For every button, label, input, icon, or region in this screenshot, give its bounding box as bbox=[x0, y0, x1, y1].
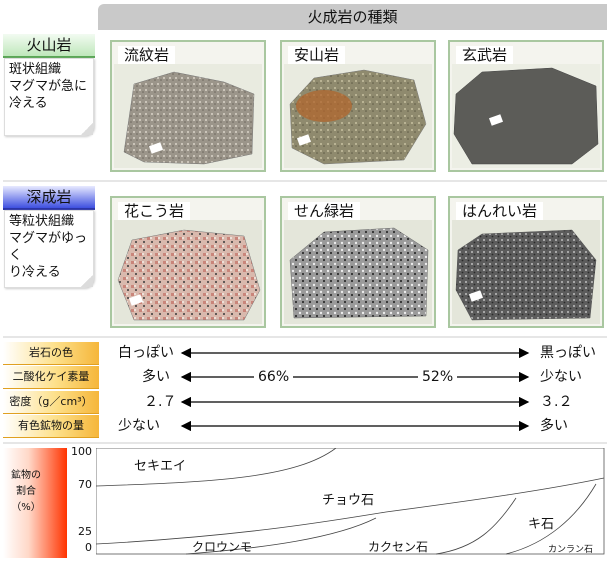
boundary-amphibole bbox=[435, 497, 517, 555]
rock-photo-diorite bbox=[284, 220, 432, 324]
desc-line: マグマがゆっく bbox=[9, 231, 88, 263]
ylabel-line: （%） bbox=[11, 502, 41, 513]
divider bbox=[3, 336, 607, 338]
texture-label: 等粒状組織 bbox=[9, 214, 75, 229]
note-volcanic: 斑状組織 マグマが急に 冷える bbox=[4, 58, 94, 136]
y-tick: 25 bbox=[78, 525, 92, 538]
y-tick: 70 bbox=[78, 478, 92, 491]
property-left: 少ない bbox=[118, 418, 160, 434]
rock-card-diorite: せん緑岩 bbox=[280, 196, 436, 328]
chart-side-label: 鉱物の 割合 （%） bbox=[3, 448, 67, 558]
rock-photo-rhyolite bbox=[114, 64, 262, 168]
rock-name: せん緑岩 bbox=[288, 202, 361, 220]
rock-photo-andesite bbox=[284, 64, 432, 168]
texture-label: 斑状組織 bbox=[9, 62, 62, 77]
property-label: 二酸化ケイ素量 bbox=[3, 366, 99, 389]
mineral-pyroxene: キ石 bbox=[528, 517, 555, 532]
mineral-amphibole: カクセン石 bbox=[368, 540, 429, 554]
property-mid: 52% bbox=[418, 366, 458, 388]
page-fold-icon bbox=[81, 123, 93, 135]
y-tick: 0 bbox=[85, 541, 92, 554]
rock-card-gabbro: はんれい岩 bbox=[448, 196, 604, 328]
divider bbox=[3, 180, 607, 182]
rock-photo-granite bbox=[114, 220, 262, 324]
desc-line: マグマが急に bbox=[9, 79, 88, 94]
boundary-quartz bbox=[96, 448, 337, 487]
mineral-feldspar: チョウ石 bbox=[322, 493, 375, 508]
page-title: 火成岩の種類 bbox=[98, 4, 607, 30]
rock-name: はんれい岩 bbox=[456, 202, 544, 220]
desc-line: 冷える bbox=[9, 96, 48, 111]
property-left: 白っぽい bbox=[118, 345, 174, 361]
rock-photo-basalt bbox=[452, 64, 600, 168]
rock-name: 玄武岩 bbox=[456, 46, 514, 64]
page-fold-icon bbox=[81, 275, 93, 287]
rock-card-granite: 花こう岩 bbox=[110, 196, 266, 328]
property-right: 少ない bbox=[540, 369, 582, 385]
group-tab-volcanic: 火山岩 bbox=[3, 34, 95, 58]
divider bbox=[3, 442, 607, 444]
note-plutonic: 等粒状組織 マグマがゆっく り冷える bbox=[4, 210, 94, 288]
rock-name: 流紋岩 bbox=[118, 46, 176, 64]
rock-card-andesite: 安山岩 bbox=[280, 40, 436, 172]
property-label: 岩石の色 bbox=[3, 342, 99, 365]
property-mid: 66% bbox=[254, 366, 294, 388]
rock-photo-gabbro bbox=[452, 220, 600, 324]
rock-card-rhyolite: 流紋岩 bbox=[110, 40, 266, 172]
property-right: 多い bbox=[540, 418, 568, 434]
property-label: 有色鉱物の量 bbox=[3, 415, 99, 438]
property-right: ３.２ bbox=[540, 394, 573, 410]
mineral-olivine: カンラン石 bbox=[548, 545, 594, 555]
ylabel-line: 割合 bbox=[16, 486, 36, 497]
rock-name: 花こう岩 bbox=[118, 202, 191, 220]
ylabel-line: 鉱物の bbox=[11, 470, 41, 481]
mineral-biotite: クロウンモ bbox=[192, 540, 253, 554]
property-arrows bbox=[180, 347, 530, 432]
rock-card-basalt: 玄武岩 bbox=[448, 40, 604, 172]
property-right: 黒っぽい bbox=[540, 345, 596, 361]
desc-line: り冷える bbox=[9, 265, 61, 280]
y-tick: 100 bbox=[71, 445, 92, 458]
property-left: 多い bbox=[142, 369, 170, 385]
mineral-quartz: セキエイ bbox=[134, 459, 187, 474]
boundary-feldspar bbox=[96, 477, 605, 545]
rock-name: 安山岩 bbox=[288, 46, 346, 64]
property-label: 密度（g／cm³） bbox=[3, 391, 99, 414]
group-tab-plutonic: 深成岩 bbox=[3, 186, 95, 210]
